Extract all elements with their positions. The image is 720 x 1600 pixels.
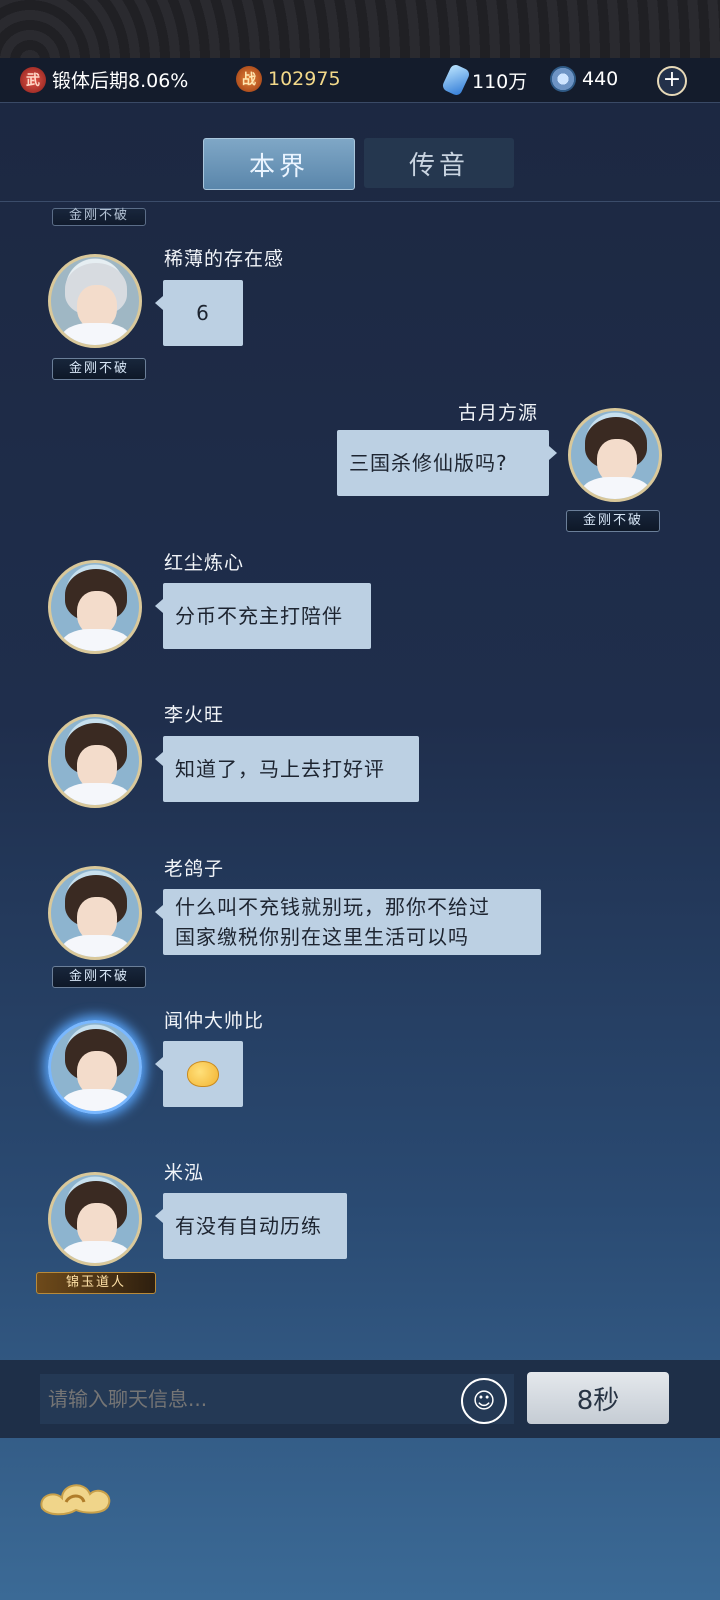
message-bubble: 6 [155,280,243,346]
message-bubble: 分币不充主打陪伴 [155,583,371,649]
message-bubble: 三国杀修仙版吗? [337,430,557,496]
tab-world[interactable]: 本界 [203,138,355,190]
top-decor-strip [0,0,720,58]
avatar[interactable] [48,1020,142,1114]
combat-power-value: 102975 [268,68,341,90]
sender-name: 闻仲大帅比 [164,1010,265,1032]
avatar[interactable] [48,560,142,654]
avatar[interactable] [48,1172,142,1266]
chat-input[interactable] [40,1374,514,1424]
spirit-stone-count[interactable]: 110万 [441,63,528,97]
divider [0,201,720,202]
avatar[interactable] [48,254,142,348]
message-bubble: 知道了，马上去打好评 [155,736,419,802]
avatar[interactable] [568,408,662,502]
message-bubble: 什么叫不充钱就别玩，那你不给过 国家缴税你别在这里生活可以吗 [155,889,541,955]
sender-name: 米泓 [164,1162,205,1184]
resource-bar: 武 锻体后期8.06% 战 102975 110万 440 + [0,58,720,103]
sender-name: 古月方源 [458,402,539,424]
chat-input-bar: ☺ 8秒 [0,1360,720,1438]
cultivation-status: 武 锻体后期8.06% [20,66,188,93]
coin-value: 440 [582,68,619,90]
combat-power: 战 102975 [236,66,341,92]
cloud-menu-icon[interactable] [36,1474,116,1520]
message-bubble: 有没有自动历练 [155,1193,347,1259]
sender-name: 老鸽子 [164,858,225,880]
emoji-button[interactable]: ☺ [461,1378,507,1424]
avatar[interactable] [48,866,142,960]
battle-icon: 战 [236,66,262,92]
chick-emoji-icon [187,1061,219,1087]
add-currency-button[interactable]: + [657,66,687,96]
title-badge: 金刚不破 [52,358,146,380]
title-badge: 金刚不破 [52,966,146,988]
coin-icon [550,66,576,92]
title-badge: 金刚不破 [566,510,660,532]
cultivation-text: 锻体后期8.06% [52,70,189,92]
smiley-icon: ☺ [472,1388,496,1414]
message-line: 什么叫不充钱就别玩，那你不给过 [175,895,490,919]
sender-name: 李火旺 [164,704,225,726]
sender-name: 红尘炼心 [164,552,245,574]
send-cooldown-button[interactable]: 8秒 [527,1372,669,1424]
partial-title-badge: 金刚不破 [52,208,146,226]
spirit-stone-value: 110万 [472,70,528,93]
message-line: 国家缴税你别在这里生活可以吗 [175,925,469,949]
tab-private[interactable]: 传音 [364,138,514,188]
sender-name: 稀薄的存在感 [164,248,285,270]
title-badge: 锦玉道人 [36,1272,156,1294]
coin-count[interactable]: 440 [550,66,618,92]
message-bubble [155,1041,243,1107]
martial-icon: 武 [20,66,46,93]
avatar[interactable] [48,714,142,808]
crystal-icon [441,63,471,97]
